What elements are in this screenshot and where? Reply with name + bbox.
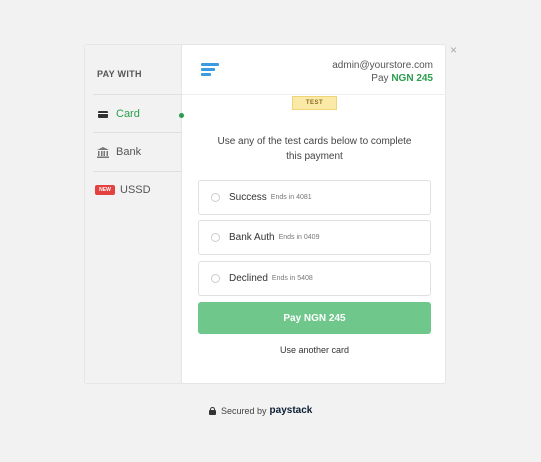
sidebar-divider (93, 94, 182, 95)
radio-icon[interactable] (211, 274, 220, 283)
merchant-logo-icon (201, 63, 219, 81)
new-badge: NEW (95, 185, 115, 195)
bank-icon (97, 146, 109, 158)
secured-by-text: Secured by (221, 405, 267, 416)
use-another-card-link[interactable]: Use another card (198, 345, 431, 355)
sidebar-item-ussd[interactable]: NEW USSD (95, 180, 151, 200)
radio-icon[interactable] (211, 193, 220, 202)
paystack-brand: paystack (269, 405, 313, 416)
test-card-option[interactable]: Bank Auth Ends in 0409 (198, 220, 431, 255)
payment-main-panel: admin@yourstore.com Pay NGN 245 TEST Use… (182, 45, 447, 383)
radio-icon[interactable] (211, 233, 220, 242)
payment-header: admin@yourstore.com Pay NGN 245 (182, 45, 447, 95)
payment-modal: PAY WITH Card Bank NEW USSD admin@yourst… (84, 44, 447, 384)
pay-prefix: Pay (371, 73, 389, 84)
test-card-ends: Ends in 4081 (270, 194, 312, 201)
sidebar-item-label: Bank (116, 146, 142, 158)
test-card-option[interactable]: Declined Ends in 5408 (198, 261, 431, 296)
pay-button[interactable]: Pay NGN 245 (198, 302, 431, 334)
test-card-name: Bank Auth (229, 232, 275, 243)
merchant-email: admin@yourstore.com (332, 60, 433, 71)
test-card-ends: Ends in 0409 (278, 234, 320, 241)
pay-amount-line: Pay NGN 245 (371, 73, 433, 84)
test-card-option[interactable]: Success Ends in 4081 (198, 180, 431, 215)
sidebar-item-label: Card (116, 108, 140, 120)
sidebar-divider (93, 132, 182, 133)
close-icon[interactable]: × (450, 44, 457, 56)
lock-icon (209, 406, 216, 415)
card-icon (97, 109, 109, 119)
test-instructions: Use any of the test cards below to compl… (217, 136, 412, 162)
pay-with-heading: PAY WITH (97, 69, 142, 79)
test-card-ends: Ends in 5408 (271, 275, 313, 282)
sidebar-item-label: USSD (120, 184, 151, 196)
sidebar-item-card[interactable]: Card (97, 104, 140, 124)
sidebar-item-bank[interactable]: Bank (97, 142, 141, 162)
test-mode-badge: TEST (292, 96, 337, 110)
test-card-name: Success (229, 192, 267, 203)
payment-method-sidebar: PAY WITH Card Bank NEW USSD (85, 45, 182, 383)
test-card-name: Declined (229, 273, 268, 284)
secured-by-footer: Secured by paystack (209, 405, 312, 416)
sidebar-divider (93, 171, 182, 172)
pay-amount: NGN 245 (391, 73, 433, 84)
